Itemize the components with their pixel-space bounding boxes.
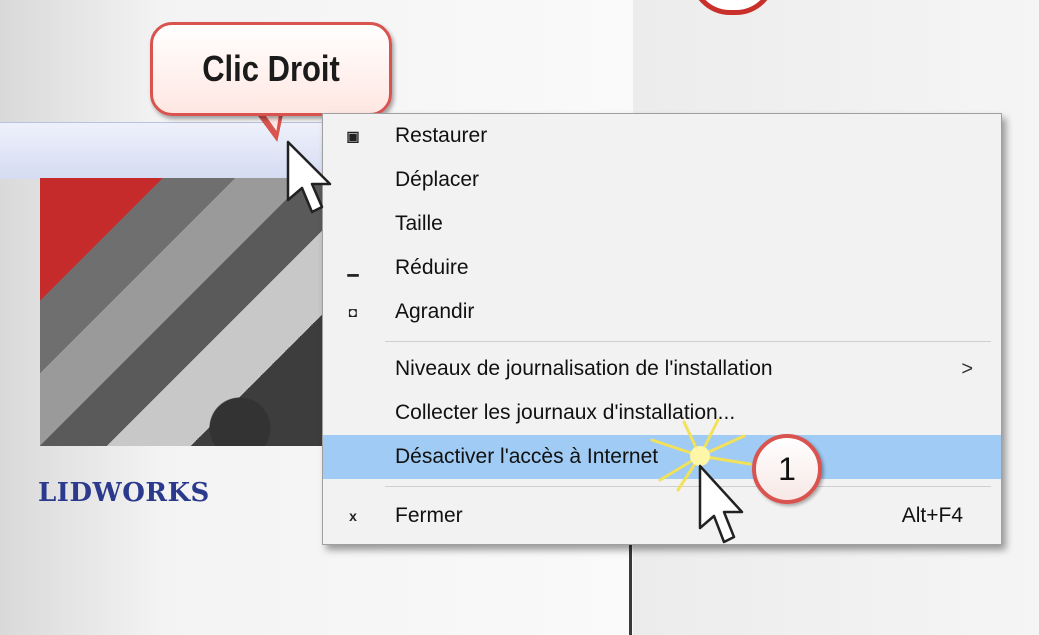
menu-item-label: Restaurer: [395, 124, 488, 147]
step-number: 1: [778, 450, 796, 487]
menu-item-label: Agrandir: [395, 300, 475, 323]
close-icon: x: [349, 508, 357, 524]
callout-label: Clic Droit: [202, 48, 340, 89]
menu-item-reduire[interactable]: ▁ Réduire: [323, 246, 1001, 290]
menu-item-restaurer[interactable]: ▣ Restaurer: [323, 114, 1001, 158]
menu-item-label: Taille: [395, 212, 443, 235]
mouse-cursor-icon: [698, 464, 744, 544]
menu-item-agrandir[interactable]: ◘ Agrandir: [323, 290, 1001, 334]
menu-item-deplacer[interactable]: Déplacer: [323, 158, 1001, 202]
menu-item-label: Déplacer: [395, 168, 480, 191]
mouse-cursor-icon: [286, 140, 332, 214]
right-click-callout: Clic Droit: [150, 22, 392, 116]
window-divider: [629, 540, 632, 635]
minimize-icon: ▁: [347, 259, 359, 276]
step-number-badge: 1: [752, 434, 822, 504]
menu-item-label: Niveaux de journalisation de l'installat…: [395, 357, 773, 380]
menu-item-label: Réduire: [395, 256, 469, 279]
maximize-icon: ◘: [348, 304, 358, 320]
menu-shortcut: Alt+F4: [901, 504, 963, 527]
menu-item-label: Désactiver l'accès à Internet: [395, 445, 659, 468]
brand-text: LIDWORKS: [38, 478, 210, 508]
restore-icon: ▣: [346, 127, 360, 144]
menu-item-log-levels[interactable]: Niveaux de journalisation de l'installat…: [323, 347, 1001, 391]
submenu-arrow-icon: >: [961, 357, 973, 380]
menu-separator: [385, 341, 991, 342]
menu-item-taille[interactable]: Taille: [323, 202, 1001, 246]
menu-item-label: Fermer: [395, 504, 463, 527]
menu-item-fermer[interactable]: x Fermer Alt+F4: [323, 494, 1001, 538]
